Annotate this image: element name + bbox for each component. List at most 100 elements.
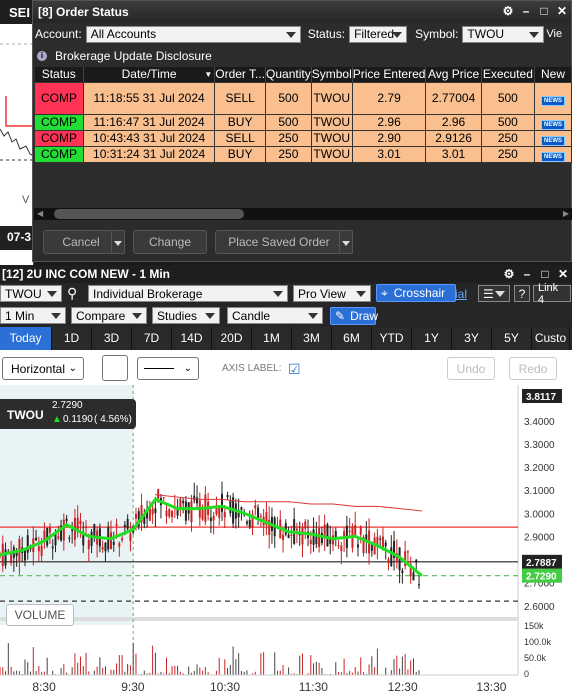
news-icon[interactable]: NEWS xyxy=(541,135,566,145)
range-tab-3d[interactable]: 3D xyxy=(92,327,132,350)
col-news[interactable]: New xyxy=(534,67,572,82)
price-chart[interactable]: 3.40003.30003.20003.10003.00002.90002.80… xyxy=(0,385,572,697)
candle-body xyxy=(151,508,154,515)
undo-button[interactable]: Undo xyxy=(447,357,495,380)
symbol-dropdown[interactable]: TWOU xyxy=(462,25,545,43)
account-dropdown[interactable]: All Accounts xyxy=(85,25,301,43)
candle-body xyxy=(23,550,26,561)
crosshair-button[interactable]: ⌖ Crosshair xyxy=(376,284,456,302)
draw-tool-dropdown[interactable]: Horizontal ⌄ xyxy=(2,357,84,380)
scrollbar-thumb[interactable] xyxy=(54,209,244,219)
candle-body xyxy=(359,526,362,535)
close-icon[interactable]: ✕ xyxy=(557,267,569,281)
candle-body xyxy=(112,541,115,545)
menu-button[interactable]: ☰ xyxy=(478,285,510,302)
close-icon[interactable]: ✕ xyxy=(556,4,568,18)
candle-body xyxy=(126,518,129,529)
range-tab-3m[interactable]: 3M xyxy=(292,327,332,350)
interval-dropdown[interactable]: 1 Min xyxy=(0,307,66,324)
col-quantity[interactable]: Quantity xyxy=(265,67,312,82)
studies-dropdown[interactable]: Studies xyxy=(152,307,220,324)
range-tab-1m[interactable]: 1M xyxy=(252,327,292,350)
status-dropdown[interactable]: Filtered xyxy=(349,25,408,43)
maximize-icon[interactable]: □ xyxy=(538,4,550,18)
order-row[interactable]: COMP 11:16:47 31 Jul 2024 BUY 500 TWOU 2.96 2.… xyxy=(34,113,572,131)
col-order-type[interactable]: Order T... xyxy=(214,67,267,82)
minimize-icon[interactable]: – xyxy=(521,267,533,281)
order-status-titlebar[interactable]: [8] Order Status ⚙ – □ ✕ xyxy=(33,1,571,23)
news-icon[interactable]: NEWS xyxy=(541,95,566,106)
orders-table: Status Date/Time ▼ Order T... Quantity Sy… xyxy=(34,67,572,163)
range-tab-ytd[interactable]: YTD xyxy=(372,327,412,350)
col-price-entered[interactable]: Price Entered xyxy=(352,67,427,82)
col-datetime[interactable]: Date/Time ▼ xyxy=(83,67,216,82)
order-news-cell[interactable]: NEWS xyxy=(534,81,572,115)
range-tab-20d[interactable]: 20D xyxy=(212,327,252,350)
draw-button[interactable]: ✎ Draw xyxy=(330,307,378,325)
range-tab-5y[interactable]: 5Y xyxy=(492,327,532,350)
minimize-icon[interactable]: – xyxy=(520,4,532,18)
range-tab-14d[interactable]: 14D xyxy=(172,327,212,350)
news-icon[interactable]: NEWS xyxy=(541,119,566,129)
range-tab-7d[interactable]: 7D xyxy=(132,327,172,350)
range-tab-1y[interactable]: 1Y xyxy=(412,327,452,350)
view-mode-dropdown[interactable]: Pro View xyxy=(293,285,371,302)
search-icon[interactable]: ⚲ xyxy=(67,285,77,302)
change-button[interactable]: Change xyxy=(133,230,207,254)
range-tab-6m[interactable]: 6M xyxy=(332,327,372,350)
y-tick-label: 3.0000 xyxy=(524,509,555,520)
help-button[interactable]: ? xyxy=(514,285,530,302)
chart-symbol-value: TWOU xyxy=(5,286,42,301)
link-button[interactable]: Link 4 xyxy=(533,282,571,306)
gear-icon[interactable]: ⚙ xyxy=(503,267,515,281)
horizontal-scrollbar[interactable]: ◀ ▶ xyxy=(34,208,572,220)
order-news-cell[interactable]: NEWS xyxy=(534,145,572,163)
chart-symbol-dropdown[interactable]: TWOU xyxy=(0,285,62,302)
col-executed[interactable]: Executed xyxy=(481,67,536,82)
col-symbol[interactable]: Symbol xyxy=(311,67,353,82)
order-news-cell[interactable]: NEWS xyxy=(534,113,572,131)
order-row[interactable]: COMP 11:18:55 31 Jul 2024 SELL 500 TWOU 2.79 2… xyxy=(34,81,572,115)
col-avg-price[interactable]: Avg Price xyxy=(425,67,482,82)
maximize-icon[interactable]: □ xyxy=(539,267,551,281)
compare-dropdown[interactable]: Compare xyxy=(71,307,147,324)
crosshair-icon: ⌖ xyxy=(381,285,388,300)
gear-icon[interactable]: ⚙ xyxy=(502,4,514,18)
brokerage-disclosure[interactable]: i Brokerage Update Disclosure xyxy=(33,45,571,67)
sort-down-icon: ▼ xyxy=(204,70,213,79)
redo-button[interactable]: Redo xyxy=(509,357,557,380)
candle-body xyxy=(259,515,262,517)
order-price-entered: 3.01 xyxy=(351,145,427,163)
chart-style-dropdown[interactable]: Candle xyxy=(227,307,323,324)
account-mode-dropdown[interactable]: Individual Brokerage xyxy=(88,285,288,302)
view-partial[interactable]: Vie xyxy=(546,28,562,40)
volume-tick-label: 100.0k xyxy=(524,637,552,647)
series-point xyxy=(66,524,68,526)
crosshair-label: Crosshair xyxy=(393,286,446,300)
candle-body xyxy=(62,519,65,541)
cancel-button[interactable]: Cancel xyxy=(43,230,119,254)
news-icon[interactable]: NEWS xyxy=(541,151,566,161)
order-row[interactable]: COMP 10:43:43 31 Jul 2024 SELL 250 TWOU 2.90 2… xyxy=(34,129,572,147)
range-tab-1d[interactable]: 1D xyxy=(52,327,92,350)
range-tab-3y[interactable]: 3Y xyxy=(452,327,492,350)
status-value: Filtered xyxy=(354,27,395,41)
order-news-cell[interactable]: NEWS xyxy=(534,129,572,147)
place-saved-order-button[interactable]: Place Saved Order xyxy=(215,230,343,254)
trial-link[interactable]: ial xyxy=(455,287,467,301)
order-row[interactable]: COMP 10:31:24 31 Jul 2024 BUY 250 TWOU 3.01 3.… xyxy=(34,145,572,163)
cancel-menu-button[interactable] xyxy=(111,230,125,254)
price-chart-svg[interactable]: 3.40003.30003.20003.10003.00002.90002.80… xyxy=(0,385,572,697)
scroll-left-icon[interactable]: ◀ xyxy=(37,209,43,218)
range-tab-custo[interactable]: Custo xyxy=(532,327,570,350)
col-status[interactable]: Status xyxy=(34,67,84,82)
scroll-right-icon[interactable]: ▶ xyxy=(563,209,569,218)
series-point xyxy=(21,549,23,551)
candle-body xyxy=(415,559,418,563)
place-saved-menu-button[interactable] xyxy=(339,230,353,254)
axis-label-checkbox[interactable]: ☑ xyxy=(288,361,301,378)
line-style-dropdown[interactable]: ⌄ xyxy=(137,357,199,380)
color-picker[interactable] xyxy=(102,355,128,381)
range-tab-today[interactable]: Today xyxy=(0,327,52,350)
chart-titlebar[interactable]: [12] 2U INC COM NEW - 1 Min ⚙ – □ ✕ xyxy=(0,265,572,283)
